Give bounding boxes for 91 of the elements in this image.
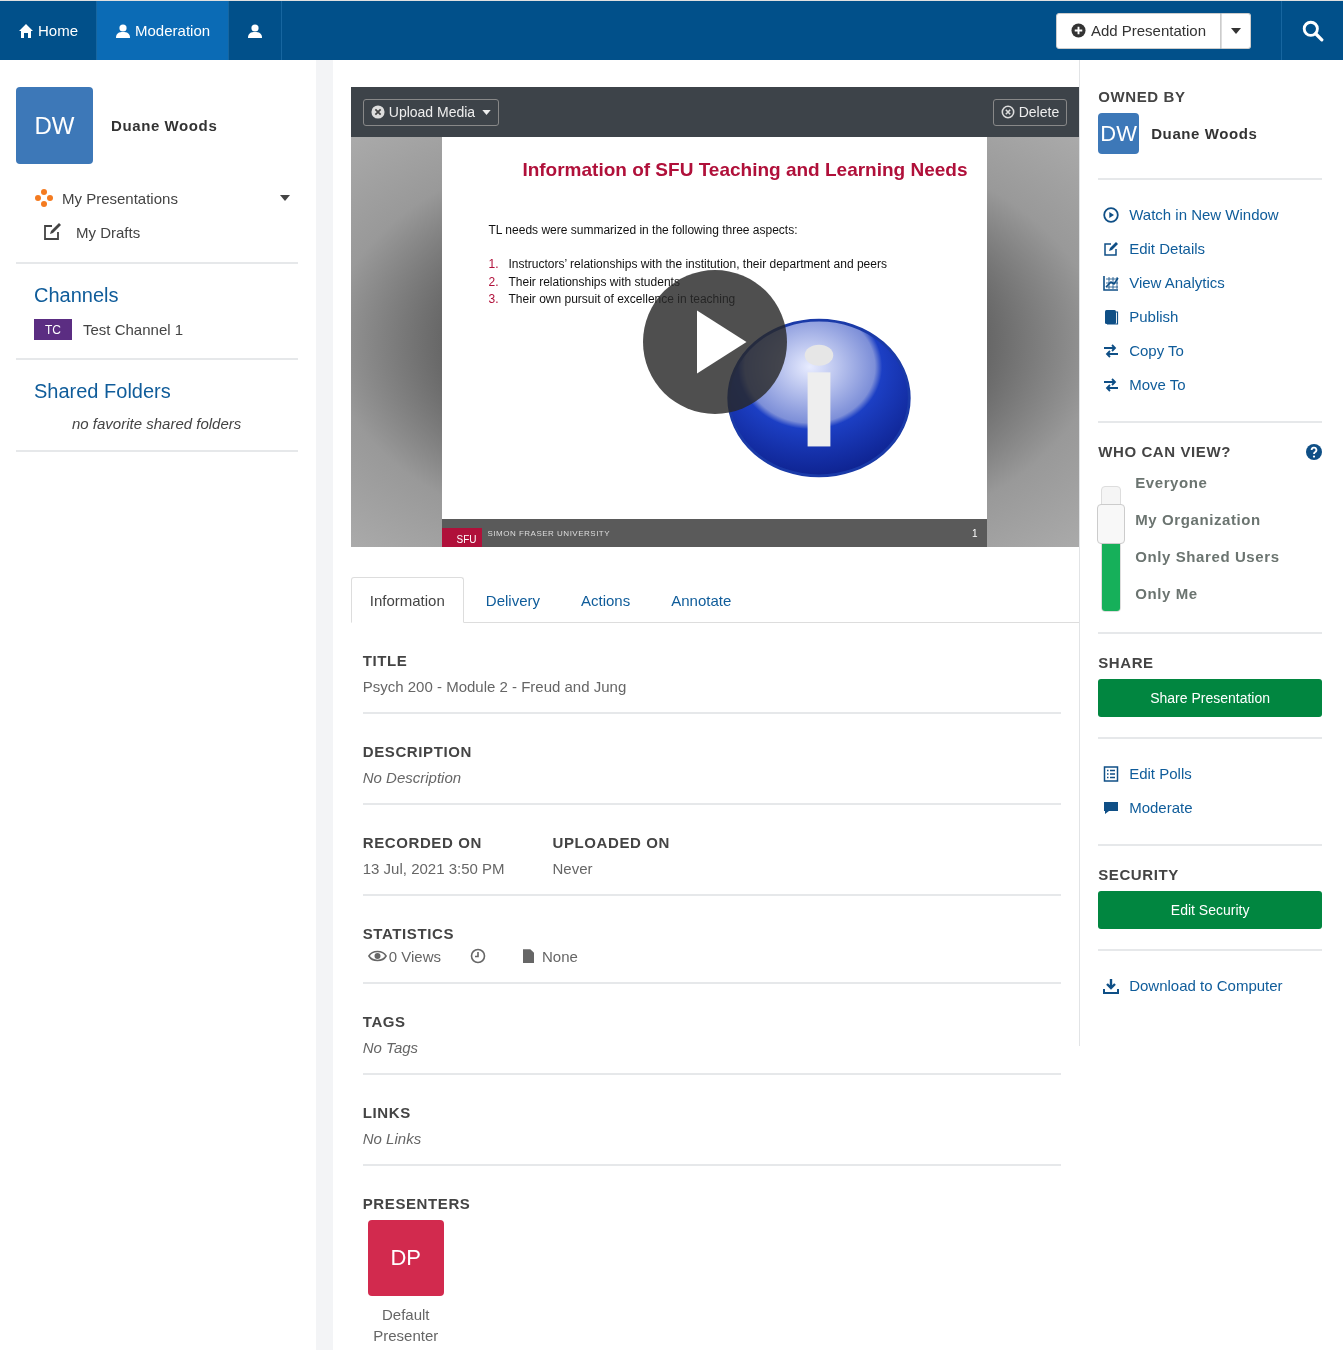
play-circle-icon: [1103, 206, 1120, 223]
file-icon: [523, 949, 535, 963]
action-link[interactable]: Copy To: [1103, 342, 1322, 359]
field-label: PRESENTERS: [362, 1195, 472, 1212]
clock-icon: [470, 948, 487, 964]
caret-icon: [1231, 27, 1241, 34]
tab[interactable]: Information: [350, 577, 464, 623]
field-value: No Tags: [362, 1039, 420, 1056]
section-heading: SHARE: [1098, 654, 1155, 671]
slider-handle[interactable]: [1097, 504, 1126, 545]
files-value: None: [542, 947, 578, 965]
search-icon: [1301, 19, 1324, 42]
share-presentation-button[interactable]: Share Presentation: [1098, 679, 1322, 717]
field-label: TITLE: [362, 652, 409, 669]
section-heading: SECURITY: [1098, 866, 1180, 883]
slide-page-number: 1: [971, 527, 978, 539]
nav-tab[interactable]: Moderation: [97, 1, 230, 60]
presenter-name: Default Presenter: [372, 1305, 440, 1346]
list-number: 1.: [488, 256, 499, 273]
action-link[interactable]: View Analytics: [1103, 274, 1322, 291]
delete-button[interactable]: Delete: [992, 98, 1068, 126]
views-count: 0 Views: [388, 947, 442, 965]
edit-icon: [42, 222, 62, 242]
field-value: Psych 200 - Module 2 - Freud and Jung: [362, 678, 628, 695]
action-link[interactable]: Moderate: [1103, 799, 1322, 816]
close-circle-icon: [1000, 105, 1015, 119]
user-icon: [247, 22, 264, 39]
sidebar-item[interactable]: My Presentations: [34, 188, 298, 208]
visibility-option[interactable]: My Organization: [1135, 511, 1280, 528]
add-presentation-button[interactable]: Add Presentation: [1055, 12, 1221, 49]
action-link[interactable]: Publish: [1103, 308, 1322, 325]
eye-icon: [367, 950, 387, 962]
slide-title: Information of SFU Teaching and Learning Needs: [521, 159, 969, 181]
dropdown-button[interactable]: [1221, 12, 1251, 49]
section-heading: WHO CAN VIEW?: [1098, 443, 1231, 460]
empty-message: no favorite shared folders: [71, 415, 243, 432]
owner-avatar: DW: [1098, 113, 1140, 154]
section-heading: Shared Folders: [34, 380, 172, 403]
section-heading: Channels: [34, 284, 120, 307]
upload-media-button[interactable]: Upload Media: [362, 98, 500, 126]
list-number: 2.: [488, 273, 499, 291]
slide-text: Instructors’ relationships with the institution, their department and peers: [508, 256, 887, 273]
field-label: UPLOADED ON: [552, 834, 670, 851]
field-value: No Description: [362, 769, 463, 786]
list-icon: [1103, 765, 1120, 782]
download-icon: [1103, 977, 1120, 994]
download-link[interactable]: Download to Computer: [1103, 977, 1322, 994]
list-number: 3.: [488, 291, 499, 308]
field-label: RECORDED ON: [362, 834, 483, 851]
field-label: STATISTICS: [362, 925, 456, 942]
slide-text: TL needs were summarized in the following three aspects:: [488, 223, 799, 237]
caret-icon: [482, 109, 492, 115]
swap-arrows-icon: [1103, 376, 1120, 393]
close-circle-icon: [370, 105, 385, 119]
field-label: LINKS: [362, 1104, 412, 1121]
section-heading: OWNED BY: [1098, 88, 1187, 105]
field-label: DESCRIPTION: [362, 743, 473, 760]
field-label: TAGS: [362, 1013, 407, 1030]
home-icon: [18, 22, 34, 39]
channel-item[interactable]: TC Test Channel 1: [34, 319, 298, 340]
sidebar-item[interactable]: My Drafts: [34, 222, 298, 242]
action-link[interactable]: Edit Details: [1103, 240, 1322, 257]
visibility-option[interactable]: Everyone: [1135, 474, 1280, 491]
visibility-option[interactable]: Only Me: [1135, 585, 1280, 602]
action-link[interactable]: Watch in New Window: [1103, 206, 1322, 223]
tab[interactable]: Delivery: [466, 577, 559, 623]
field-value: Never: [552, 860, 594, 877]
presenter-avatar: DP: [367, 1220, 444, 1296]
field-value: 13 Jul, 2021 3:50 PM: [362, 860, 505, 877]
tab[interactable]: Actions: [562, 577, 650, 623]
help-icon[interactable]: [1306, 443, 1322, 460]
user-name: Duane Woods: [111, 117, 218, 134]
action-link[interactable]: Edit Polls: [1103, 765, 1322, 782]
user-avatar: DW: [16, 87, 93, 164]
tab[interactable]: Annotate: [652, 577, 751, 623]
book-icon: [1103, 308, 1120, 325]
field-value: No Links: [362, 1130, 423, 1147]
slide-footer-text: SIMON FRASER UNIVERSITY: [487, 528, 612, 538]
visibility-option[interactable]: Only Shared Users: [1135, 548, 1280, 565]
user-icon: [115, 22, 131, 39]
edit-icon: [1103, 240, 1120, 257]
owner-name: Duane Woods: [1151, 125, 1258, 142]
chat-icon: [1103, 799, 1120, 816]
swap-arrows-icon: [1103, 342, 1120, 359]
edit-security-button[interactable]: Edit Security: [1098, 891, 1322, 929]
chart-icon: [1103, 274, 1120, 291]
dots-icon: [34, 188, 54, 208]
channel-badge: TC: [34, 319, 72, 340]
action-link[interactable]: Move To: [1103, 376, 1322, 393]
slide-logo: SFU: [442, 528, 483, 547]
plus-circle-icon: [1070, 23, 1086, 38]
